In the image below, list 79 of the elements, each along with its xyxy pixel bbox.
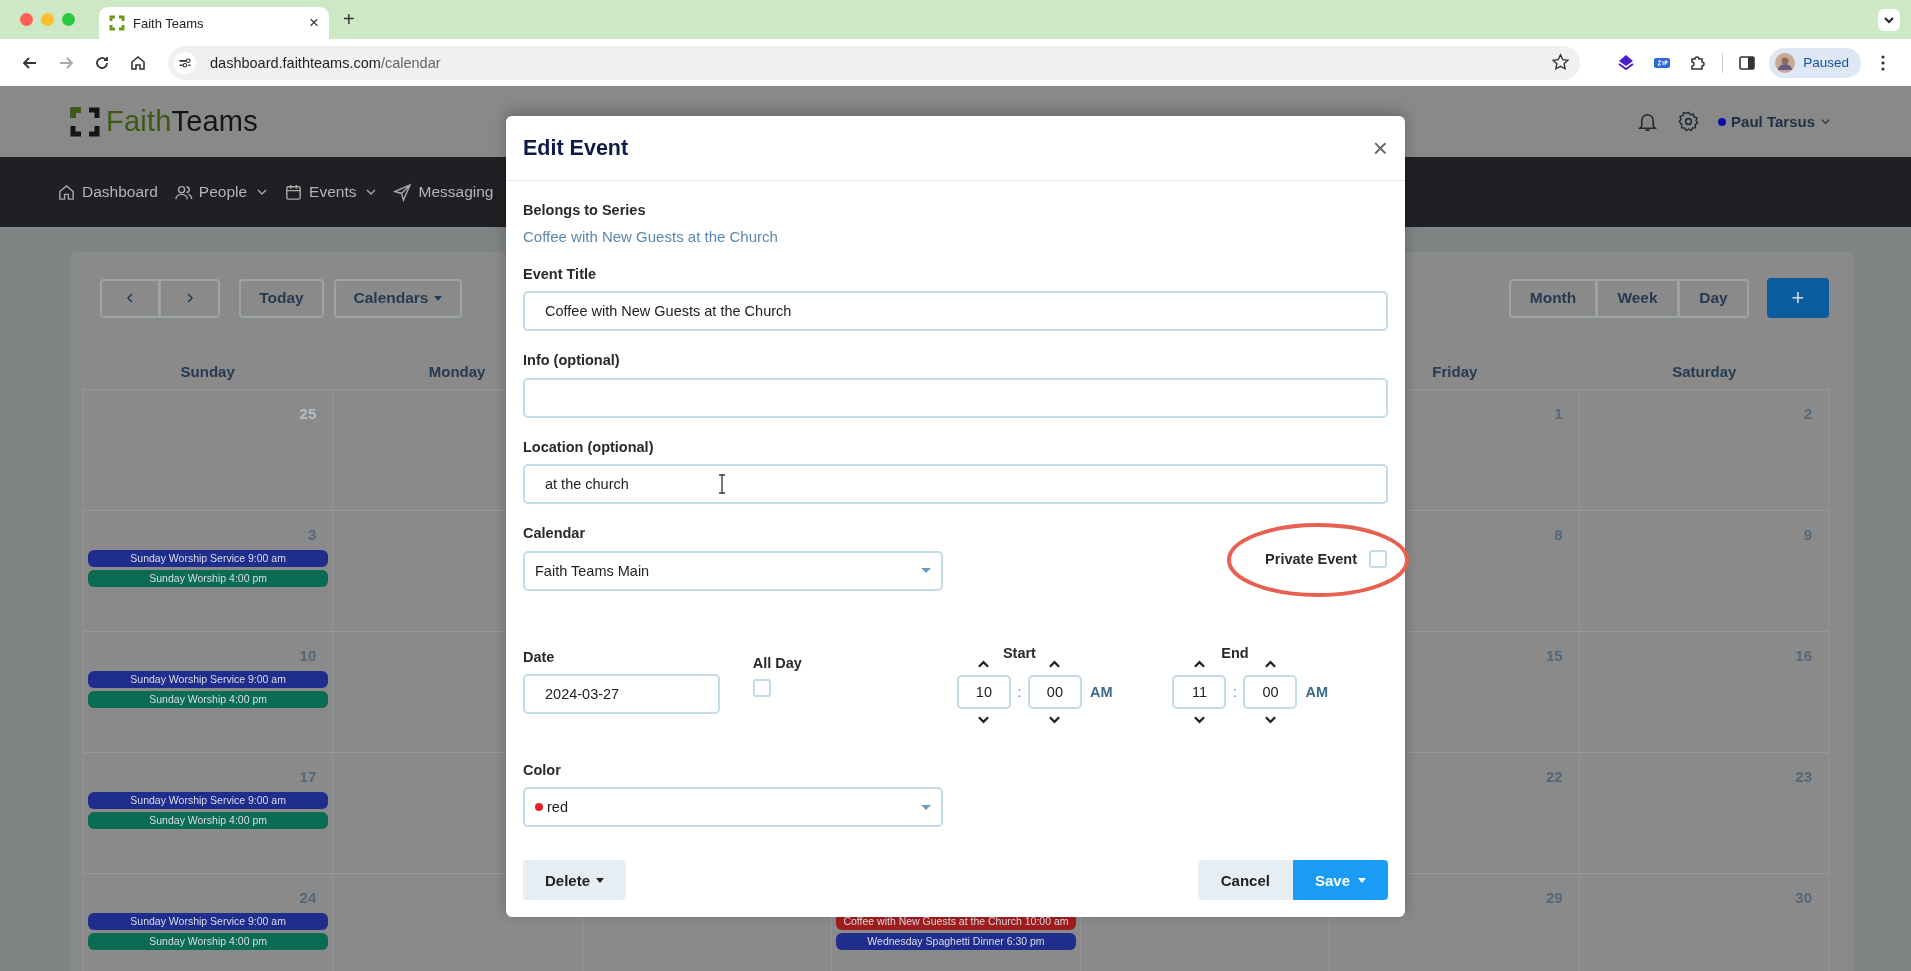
dialog-title: Edit Event (523, 135, 629, 161)
weekday-header: Sunday (180, 363, 235, 380)
am-pm-toggle[interactable]: AM (1081, 683, 1113, 700)
calendar-event[interactable]: Sunday Worship 4:00 pm (88, 570, 329, 587)
hour-field[interactable]: 11 (1172, 674, 1227, 709)
calendar-event[interactable]: Sunday Worship 4:00 pm (88, 933, 329, 950)
nav-item[interactable]: Events (284, 182, 378, 202)
browser-tab[interactable]: Faith Teams × (99, 7, 329, 39)
close-button[interactable]: × (1372, 132, 1388, 164)
avatar-icon (1775, 52, 1796, 73)
chevron-up-icon[interactable] (1192, 658, 1206, 669)
field-label: End (1220, 644, 1250, 661)
chevron-left-icon (124, 292, 136, 304)
calendar-event[interactable]: Sunday Worship Service 9:00 am (88, 550, 329, 567)
chevron-up-icon[interactable] (1048, 658, 1062, 669)
calendar-select[interactable]: Faith Teams Main (523, 550, 943, 591)
text-field[interactable]: at the church (523, 464, 1388, 504)
date-field[interactable]: 2024-03-27 (523, 674, 720, 714)
time-separator: : (1017, 683, 1022, 700)
nav-item[interactable]: Dashboard (57, 182, 158, 202)
new-tab-button[interactable]: + (343, 8, 355, 31)
bookmark-star-icon[interactable] (1551, 53, 1571, 72)
chevron-up-icon[interactable] (1263, 658, 1277, 669)
logo-text: FaithTeams (106, 105, 258, 138)
series-link[interactable]: Coffee with New Guests at the Church (523, 227, 778, 245)
field-label: Info (optional) (523, 352, 621, 368)
field-label: Start (1001, 644, 1037, 661)
field-label: Location (optional) (523, 438, 655, 455)
text-field[interactable]: Coffee with New Guests at the Church (523, 291, 1388, 331)
all-day-checkbox[interactable] (752, 678, 771, 697)
field-label: Color (523, 761, 562, 778)
add-event-button[interactable]: + (1767, 278, 1829, 318)
calendar-icon (284, 182, 304, 202)
chevron-down-icon (1820, 116, 1831, 127)
calendar-event[interactable]: Sunday Worship Service 9:00 am (88, 671, 329, 688)
nav-item[interactable]: Messaging (393, 182, 494, 202)
day-number: 25 (299, 405, 317, 422)
time-separator: : (1233, 683, 1237, 700)
delete-button[interactable]: Delete (523, 860, 627, 900)
settings-icon[interactable] (1677, 110, 1701, 133)
weekday-header: Monday (428, 363, 486, 380)
field-label: Calendar (523, 525, 587, 541)
text-field[interactable] (523, 377, 1388, 418)
field-label: Date (523, 648, 556, 665)
am-pm-toggle[interactable]: AM (1297, 683, 1329, 700)
calendar-event[interactable]: Sunday Worship 4:00 pm (88, 691, 329, 708)
checkbox-label: Private Event (1265, 550, 1357, 567)
private-event-checkbox[interactable] (1369, 549, 1387, 568)
user-menu[interactable]: Paul Tarsus (1718, 113, 1831, 130)
calendar-event[interactable]: Sunday Worship 4:00 pm (88, 812, 329, 829)
field-label: Event Title (523, 265, 598, 282)
chevron-down-icon[interactable] (1192, 714, 1206, 725)
field-label: All Day (752, 654, 803, 671)
cancel-button[interactable]: Cancel (1197, 860, 1293, 900)
chevron-down-icon[interactable] (1263, 714, 1277, 725)
color-select[interactable]: red (523, 787, 943, 827)
home-icon (57, 182, 76, 202)
weekday-header: Friday (1432, 363, 1478, 380)
chevron-down-icon[interactable] (1048, 714, 1062, 725)
address-bar[interactable]: dashboard.faithteams.com/calendar (168, 45, 1581, 80)
minute-field[interactable]: 00 (1243, 674, 1298, 709)
close-tab-button[interactable]: × (309, 13, 319, 33)
chevron-down-icon[interactable] (977, 714, 991, 725)
weekday-header: Saturday (1672, 363, 1737, 380)
nav-item[interactable]: People (173, 182, 269, 202)
chevron-up-icon[interactable] (977, 658, 991, 669)
calendar-event[interactable]: Sunday Worship Service 9:00 am (88, 792, 329, 809)
profile-button[interactable]: Paused (1769, 47, 1861, 78)
site-settings-icon[interactable] (174, 51, 196, 74)
field-label: Belongs to Series (523, 202, 647, 218)
text-cursor-icon (717, 474, 727, 494)
minute-field[interactable]: 00 (1027, 674, 1082, 709)
calendar-event[interactable]: Wednesday Spaghetti Dinner 6:30 pm (835, 933, 1077, 950)
calendar-event[interactable]: Sunday Worship Service 9:00 am (88, 913, 329, 930)
tab-list-icon[interactable] (1877, 8, 1901, 32)
logo-icon (70, 106, 100, 137)
paper-plane-icon (393, 182, 413, 202)
logo-icon (109, 15, 125, 31)
hour-field[interactable]: 10 (956, 674, 1011, 709)
